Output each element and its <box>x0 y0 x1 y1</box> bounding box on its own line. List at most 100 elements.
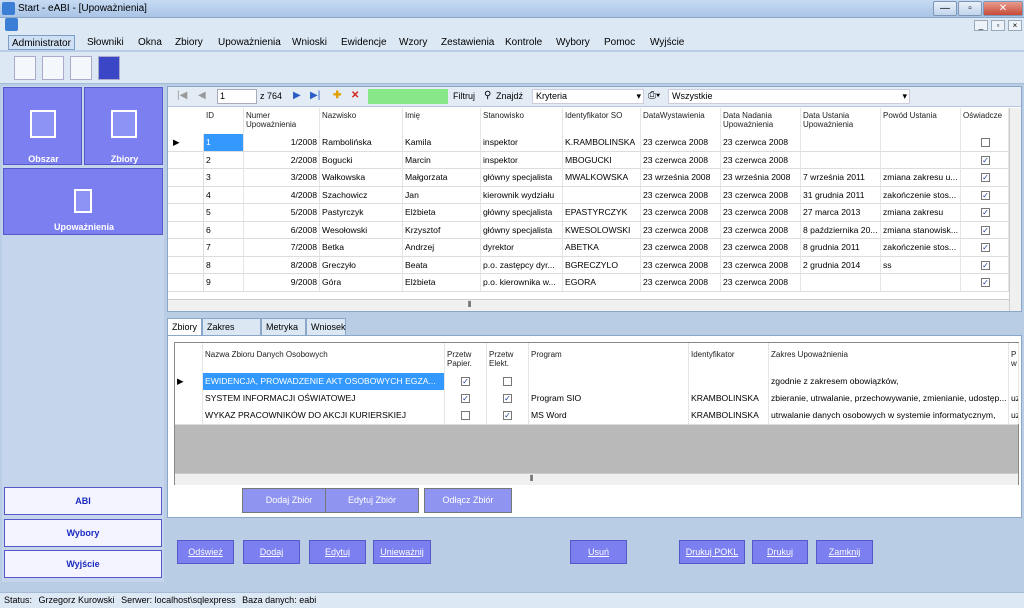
table-row[interactable]: ▶ EWIDENCJA, PROWADZENIE AKT OSOBOWYCH EG… <box>175 373 1019 391</box>
checkbox[interactable] <box>503 377 512 386</box>
find-button[interactable]: Znajdź <box>496 91 523 101</box>
add-data-set-button[interactable]: Dodaj Zbiór <box>242 488 336 513</box>
table-row[interactable]: 2 2/2008 Bogucki Marcin inspektor MBOGUCKI 23 … <box>168 151 1021 169</box>
delete-button[interactable]: Usuń <box>570 540 627 564</box>
mdi-restore-button[interactable]: ▫ <box>991 20 1005 31</box>
column-header[interactable]: P w <box>1009 343 1019 373</box>
wybory-button[interactable]: Wybory <box>4 519 162 547</box>
abi-button[interactable]: ABI <box>4 487 162 515</box>
print-pokl-button[interactable]: Drukuj POKL <box>679 540 745 564</box>
checkbox[interactable]: ✓ <box>503 411 512 420</box>
first-record-icon[interactable]: |◀ <box>177 90 187 101</box>
table-row[interactable]: SYSTEM INFORMACJI OŚWIATOWEJ ✓ ✓ Program SI… <box>175 390 1019 408</box>
menu-10[interactable]: Wybory <box>553 35 593 50</box>
row-header[interactable]: ▶ <box>175 373 203 390</box>
delete-icon[interactable]: ✕ <box>351 90 359 101</box>
checkbox[interactable]: ✓ <box>461 394 470 403</box>
table-row[interactable]: 8 8/2008 Greczyło Beata p.o. zastępcy dyr...… <box>168 256 1021 274</box>
row-header[interactable] <box>168 221 204 239</box>
menu-11[interactable]: Pomoc <box>601 35 638 50</box>
column-header[interactable]: Stanowisko <box>481 108 563 134</box>
column-header[interactable]: DataWystawienia <box>641 108 721 134</box>
maximize-button[interactable]: ▫ <box>958 1 982 16</box>
checkbox[interactable]: ✓ <box>981 225 990 235</box>
scope-select[interactable]: Wszystkie ▾ <box>668 89 910 104</box>
edit-data-set-button[interactable]: Edytuj Zbiór <box>325 488 419 513</box>
menu-12[interactable]: Wyjście <box>647 35 687 50</box>
row-header[interactable] <box>168 186 204 204</box>
checkbox[interactable] <box>461 411 470 420</box>
table-row[interactable]: ▶ 1 1/2008 Rambolińska Kamila inspektor K.RAMB… <box>168 134 1021 152</box>
column-header[interactable]: Identyfikator SO <box>563 108 641 134</box>
tile-upowaznienia[interactable]: Upoważnienia <box>3 168 163 235</box>
row-header[interactable] <box>168 256 204 274</box>
tile-zbiory[interactable]: Zbiory <box>84 87 163 165</box>
table-row[interactable]: 3 3/2008 Wałkowska Małgorzata główny specjal… <box>168 169 1021 187</box>
detach-data-set-button[interactable]: Odłącz Zbiór <box>424 488 512 513</box>
row-header[interactable] <box>168 151 204 169</box>
minimize-button[interactable]: — <box>933 1 957 16</box>
column-header[interactable]: ID <box>204 108 244 134</box>
column-header[interactable]: Imię <box>403 108 481 134</box>
tab-2[interactable]: Metryka <box>261 318 306 336</box>
tab-3[interactable]: Wniosek <box>306 318 346 336</box>
row-header[interactable] <box>168 239 204 256</box>
table-row[interactable]: 9 9/2008 Góra Elżbieta p.o. kierownika w... E… <box>168 274 1021 292</box>
document-icon[interactable] <box>42 56 64 80</box>
checkbox[interactable]: ✓ <box>981 155 990 165</box>
wyjscie-button[interactable]: Wyjście <box>4 550 162 578</box>
binders-icon[interactable] <box>70 56 92 80</box>
table-row[interactable]: WYKAZ PRACOWNIKÓW DO AKCJI KURIERSKIEJ ✓ M… <box>175 407 1019 425</box>
table-row[interactable]: 5 5/2008 Pastyrczyk Elżbieta główny specjali… <box>168 204 1021 222</box>
prev-record-icon[interactable]: ◀ <box>198 90 206 101</box>
menu-4[interactable]: Upoważnienia <box>215 35 284 50</box>
filter-button[interactable]: Filtruj <box>453 91 475 101</box>
menu-2[interactable]: Okna <box>135 35 165 50</box>
checkbox[interactable]: ✓ <box>461 377 470 386</box>
checkbox[interactable]: ✓ <box>981 190 990 200</box>
menu-7[interactable]: Wzory <box>396 35 430 50</box>
close-button[interactable]: ✕ <box>983 1 1023 16</box>
menu-5[interactable]: Wnioski <box>289 35 330 50</box>
row-header[interactable] <box>168 169 204 186</box>
column-header[interactable]: Data Nadania Upoważnienia <box>721 108 801 134</box>
checkbox[interactable]: ✓ <box>981 173 990 182</box>
tab-1[interactable]: Zakres Upow. <box>202 318 261 349</box>
record-position-input[interactable]: 1 <box>217 89 257 104</box>
add-icon[interactable]: ✚ <box>333 90 341 101</box>
exit-door-icon[interactable] <box>98 56 120 80</box>
refresh-button[interactable]: Odśwież <box>177 540 234 564</box>
column-header[interactable]: Oświadcze <box>961 108 1009 134</box>
table-row[interactable]: 4 4/2008 Szachowicz Jan kierownik wydziału 23… <box>168 186 1021 204</box>
vertical-scrollbar[interactable] <box>1009 108 1021 311</box>
checkbox[interactable]: ✓ <box>981 243 990 252</box>
column-header[interactable]: Nazwisko <box>320 108 403 134</box>
add-button[interactable]: Dodaj <box>243 540 300 564</box>
row-header[interactable] <box>168 274 204 291</box>
menu-3[interactable]: Zbiory <box>172 35 206 50</box>
row-header[interactable] <box>175 390 203 407</box>
table-row[interactable]: 6 6/2008 Wesołowski Krzysztof główny specjal… <box>168 221 1021 239</box>
row-header[interactable] <box>175 407 203 424</box>
mdi-minimize-button[interactable]: _ <box>974 20 988 31</box>
horizontal-scrollbar[interactable]: ⦀ <box>175 473 1018 485</box>
checkbox[interactable] <box>981 138 990 147</box>
invalidate-button[interactable]: Unieważnij <box>373 540 431 564</box>
checkbox[interactable]: ✓ <box>981 260 990 270</box>
last-record-icon[interactable]: ▶| <box>310 90 320 101</box>
column-header[interactable]: Przetw Elekt. <box>487 343 529 373</box>
column-header[interactable]: Przetw Papier. <box>445 343 487 373</box>
menu-8[interactable]: Zestawienia <box>438 35 497 50</box>
print-button[interactable]: Drukuj <box>752 540 808 564</box>
column-header[interactable]: Zakres Upoważnienia <box>769 343 1009 373</box>
column-header[interactable]: Identyfikator <box>689 343 769 373</box>
checkbox[interactable]: ✓ <box>981 278 990 287</box>
horizontal-scrollbar[interactable]: ⦀ <box>168 299 1009 311</box>
menu-0[interactable]: Administrator <box>8 35 75 50</box>
menu-1[interactable]: Słowniki <box>84 35 127 50</box>
column-header[interactable]: Nazwa Zbioru Danych Osobowych <box>203 343 445 373</box>
binoculars-icon[interactable]: ⚲ <box>484 90 491 101</box>
column-header[interactable]: Program <box>529 343 689 373</box>
menu-9[interactable]: Kontrole <box>502 35 545 50</box>
checkbox[interactable]: ✓ <box>503 394 512 403</box>
